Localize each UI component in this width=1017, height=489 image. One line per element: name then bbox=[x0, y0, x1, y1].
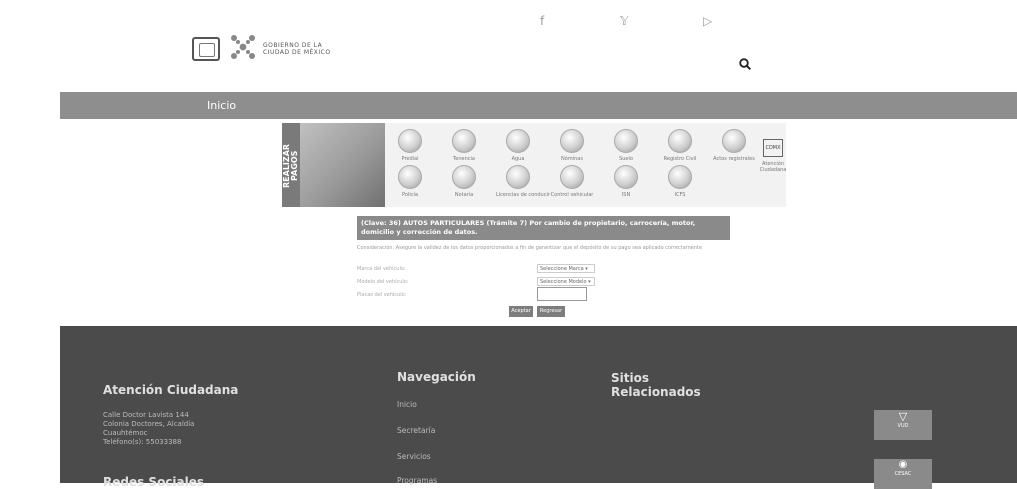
footer-link-servicios[interactable]: Servicios bbox=[397, 452, 431, 461]
redes-title: Redes Sociales bbox=[103, 475, 205, 489]
logo-line-1: GOBIERNO DE LA bbox=[263, 42, 323, 49]
payment-option[interactable]: Registro Civil bbox=[658, 129, 702, 162]
youtube-icon[interactable]: ▷ bbox=[703, 14, 712, 28]
payment-option-icon bbox=[722, 129, 746, 153]
payment-option-label: Registro Civil bbox=[663, 156, 697, 162]
atencion-title: Atención Ciudadana bbox=[103, 383, 239, 397]
payment-option-label: Actos registrales bbox=[713, 156, 755, 162]
payment-option-label: Suelo bbox=[619, 156, 633, 162]
main-navbar bbox=[60, 92, 1017, 119]
cdmx-logo-icon[interactable] bbox=[229, 33, 257, 61]
payment-option-icon bbox=[614, 165, 638, 189]
payment-option[interactable]: Policía bbox=[388, 165, 432, 198]
cesac-badge[interactable]: ◉ CESAC bbox=[874, 459, 932, 489]
model-select-value: Seleccione Modelo bbox=[540, 279, 587, 285]
payment-option-label: ISN bbox=[621, 192, 631, 198]
banner-title: REALIZAR PAGOS bbox=[282, 143, 299, 189]
payment-option[interactable]: Actos registrales bbox=[712, 129, 756, 162]
payment-option[interactable]: Nóminas bbox=[550, 129, 594, 162]
payment-option-label: Notaría bbox=[454, 192, 474, 198]
government-seal-logo[interactable] bbox=[192, 37, 220, 61]
footer-link-programas[interactable]: Programas bbox=[397, 476, 437, 485]
form-description: Consideración: Asegure la validez de los… bbox=[357, 245, 702, 251]
phone-line: Teléfono(s): 55033388 bbox=[103, 438, 182, 446]
search-icon[interactable] bbox=[739, 58, 751, 70]
payment-option[interactable]: Tenencia bbox=[442, 129, 486, 162]
logo-text: GOBIERNO DE LA CIUDAD DE MÉXICO bbox=[263, 42, 331, 56]
payment-option[interactable]: Licencias de conducir bbox=[496, 165, 550, 198]
vud-label: VUD bbox=[897, 423, 909, 429]
back-button[interactable]: Regresar bbox=[537, 306, 565, 317]
brand-label: Marca del vehículo: bbox=[357, 266, 406, 272]
brand-select-value: Seleccione Marca bbox=[540, 266, 584, 272]
payment-option[interactable]: ICFS bbox=[658, 165, 702, 198]
payment-option-label: Tenencia bbox=[453, 156, 475, 162]
payment-option-label: Agua bbox=[511, 156, 525, 162]
vud-badge[interactable]: ▽ VUD bbox=[874, 410, 932, 440]
payment-option-icon bbox=[506, 165, 530, 189]
model-label: Modelo del vehículo: bbox=[357, 279, 409, 285]
payment-option[interactable]: Predial bbox=[388, 129, 432, 162]
navigation-title: Navegación bbox=[397, 370, 476, 384]
address-line: Calle Doctor Lavista 144 bbox=[103, 411, 189, 419]
payment-option-label: Policía bbox=[402, 192, 418, 198]
footer-link-secretaria[interactable]: Secretaría bbox=[397, 426, 435, 435]
atencion-line-2: Ciudadana bbox=[759, 167, 787, 173]
payment-option[interactable]: Control vehicular bbox=[550, 165, 594, 198]
payment-option[interactable]: Agua bbox=[496, 129, 540, 162]
footer-link-inicio[interactable]: Inicio bbox=[397, 400, 417, 409]
brand-select[interactable]: Seleccione Marca ▾ bbox=[537, 264, 595, 273]
payment-option[interactable]: Notaría bbox=[442, 165, 486, 198]
payment-option-icon bbox=[560, 129, 584, 153]
sitios-title: Sitios Relacionados bbox=[611, 371, 701, 399]
address-line: Colonia Doctores, Alcaldía bbox=[103, 420, 195, 428]
payment-option-icon bbox=[614, 129, 638, 153]
address-line: Cuauhtémoc bbox=[103, 429, 148, 437]
accept-button[interactable]: Aceptar bbox=[509, 306, 533, 317]
payment-option-label: ICFS bbox=[674, 192, 686, 198]
cdmx-badge[interactable]: CDMX bbox=[763, 139, 783, 157]
payment-option[interactable]: ISN bbox=[604, 165, 648, 198]
vud-icon: ▽ bbox=[898, 410, 908, 423]
model-select[interactable]: Seleccione Modelo ▾ bbox=[537, 277, 595, 286]
payment-option-icon bbox=[398, 165, 422, 189]
cesac-label: CESAC bbox=[894, 471, 912, 477]
logo-line-2: CIUDAD DE MÉXICO bbox=[263, 49, 331, 56]
facebook-icon[interactable]: f bbox=[540, 14, 544, 28]
plates-input[interactable] bbox=[537, 287, 587, 301]
payment-option-icon bbox=[452, 165, 476, 189]
payment-option-icon bbox=[398, 129, 422, 153]
payment-option-icon bbox=[452, 129, 476, 153]
payment-option-icon bbox=[668, 129, 692, 153]
payment-option-label: Control vehicular bbox=[550, 192, 594, 198]
form-heading: (Clave: 36) AUTOS PARTICULARES (Trámite … bbox=[357, 216, 730, 240]
payment-option-label: Predial bbox=[401, 156, 419, 162]
cesac-icon: ◉ bbox=[898, 459, 908, 470]
payment-option-icon bbox=[668, 165, 692, 189]
nav-home-link[interactable]: Inicio bbox=[207, 99, 236, 112]
payment-option-label: Licencias de conducir bbox=[496, 192, 550, 198]
payment-option-icon bbox=[560, 165, 584, 189]
payment-option-label: Nóminas bbox=[561, 156, 583, 162]
payment-option-icon bbox=[506, 129, 530, 153]
twitter-icon[interactable]: 𝕐 bbox=[620, 14, 628, 28]
atencion-link[interactable]: Atención Ciudadana bbox=[754, 161, 792, 173]
payment-option[interactable]: Suelo bbox=[604, 129, 648, 162]
plates-label: Placas del vehículo: bbox=[357, 292, 407, 298]
address-block: Calle Doctor Lavista 144 Colonia Doctore… bbox=[103, 411, 194, 447]
